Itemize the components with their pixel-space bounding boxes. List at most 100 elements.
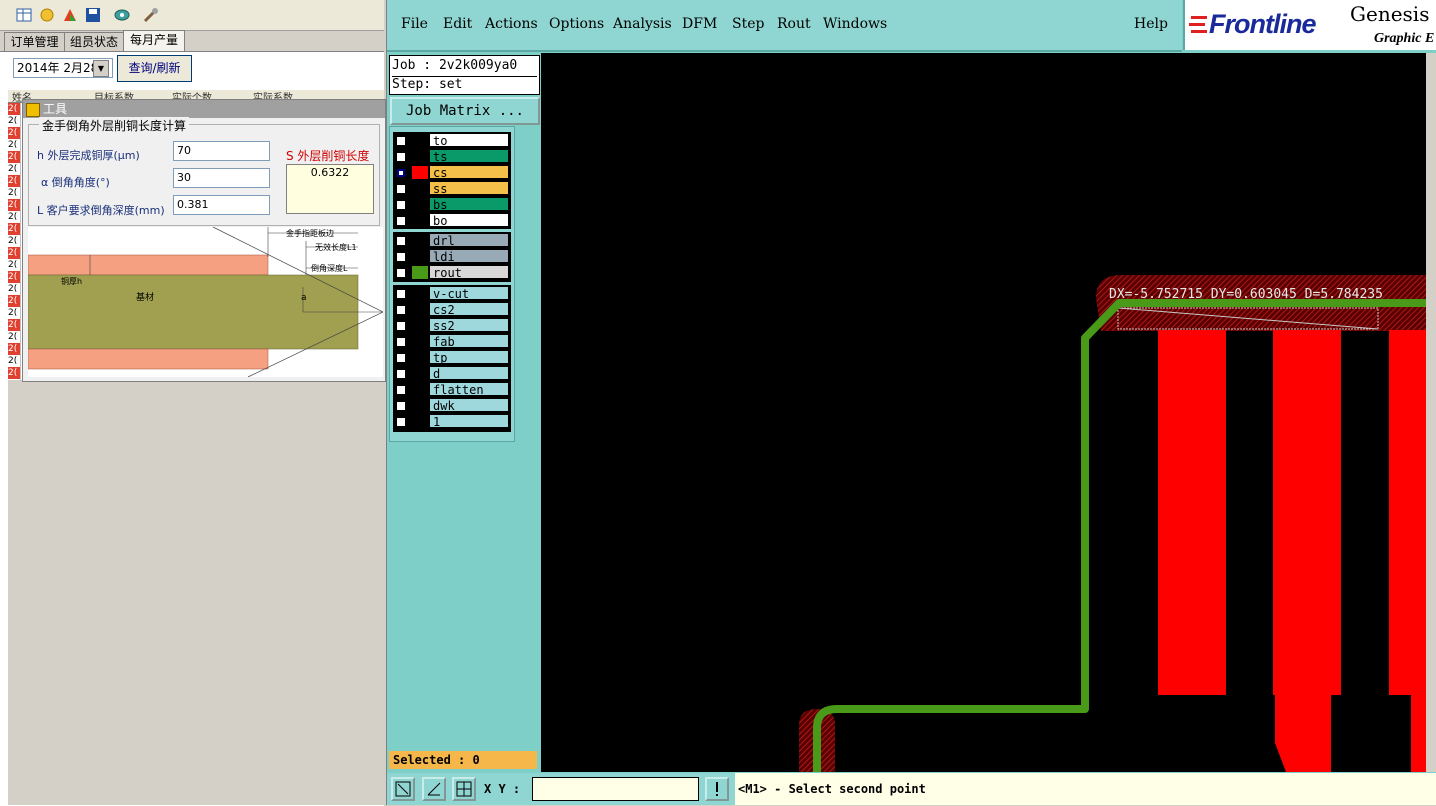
measure-tool-icon[interactable] [422,777,446,801]
save-icon[interactable] [84,6,102,24]
graphics-canvas[interactable]: DX=-5.752715 DY=0.603045 D=5.784235 [541,53,1426,772]
layer-checkbox[interactable] [396,289,406,299]
zoom-box-icon[interactable] [391,777,415,801]
menu-rout[interactable]: Rout [777,16,811,32]
grid-row-cell[interactable]: 2( [8,187,20,199]
grid-row-cell[interactable]: 2( [8,103,20,115]
layer-name[interactable]: fab [429,334,509,349]
layer-checkbox[interactable] [396,152,406,162]
layer-color-swatch[interactable] [412,319,428,332]
layer-checkbox[interactable] [396,136,406,146]
menu-options[interactable]: Options [549,16,604,32]
grid-row-cell[interactable]: 2( [8,115,20,127]
layer-checkbox[interactable] [396,401,406,411]
layer-checkbox[interactable] [396,216,406,226]
tab-monthly-output[interactable]: 每月产量 [123,30,185,52]
xy-coordinate-input[interactable] [532,777,699,801]
gold-finger-pad[interactable] [1158,330,1226,695]
gold-finger-pad[interactable] [1411,693,1426,772]
layer-color-swatch[interactable] [412,367,428,380]
layer-row-ss[interactable]: ss [393,181,511,196]
star-icon[interactable] [38,6,56,24]
grid-snap-icon[interactable] [452,777,476,801]
layer-color-swatch[interactable] [412,399,428,412]
tab-order-management[interactable]: 订单管理 [4,32,65,51]
layer-color-swatch[interactable] [412,303,428,316]
layer-name[interactable]: v-cut [429,286,509,301]
layer-row-cs[interactable]: cs [393,165,511,180]
grid-row-cell[interactable]: 2( [8,355,20,367]
copper-thickness-input[interactable]: 70 [173,141,270,161]
layer-name[interactable]: cs2 [429,302,509,317]
alert-icon[interactable] [705,777,729,801]
layer-row-bs[interactable]: bs [393,197,511,212]
layer-row-cs2[interactable]: cs2 [393,302,511,317]
grid-row-cell[interactable]: 2( [8,127,20,139]
layer-name[interactable]: cs [429,165,509,180]
layer-row-tp[interactable]: tp [393,350,511,365]
layer-row-to[interactable]: to [393,133,511,148]
gold-finger-pad[interactable] [1389,330,1426,695]
grid-row-cell[interactable]: 2( [8,367,20,379]
layer-row-1[interactable]: 1 [393,414,511,429]
layer-row-dwk[interactable]: dwk [393,398,511,413]
grid-row-cell[interactable]: 2( [8,271,20,283]
dropdown-arrow-icon[interactable]: ▼ [93,60,109,77]
grid-row-cell[interactable]: 2( [8,331,20,343]
table-icon[interactable] [15,6,33,24]
layer-checkbox[interactable] [396,184,406,194]
globe-icon[interactable] [113,6,131,24]
layer-color-swatch[interactable] [412,335,428,348]
layer-name[interactable]: d [429,366,509,381]
layer-row-ldi[interactable]: ldi [393,249,511,264]
bevel-angle-input[interactable]: 30 [173,168,270,188]
layer-row-flatten[interactable]: flatten [393,382,511,397]
grid-row-cell[interactable]: 2( [8,247,20,259]
menu-step[interactable]: Step [732,16,764,32]
grid-row-cell[interactable]: 2( [8,235,20,247]
layer-name[interactable]: ldi [429,249,509,264]
tab-member-status[interactable]: 组员状态 [64,32,124,51]
layer-checkbox[interactable] [396,252,406,262]
layer-name[interactable]: 1 [429,414,509,429]
layer-checkbox[interactable] [396,385,406,395]
menu-file[interactable]: File [401,16,428,32]
layer-checkbox[interactable] [396,200,406,210]
menu-dfm[interactable]: DFM [682,16,717,32]
layer-name[interactable]: flatten [429,382,509,397]
layer-checkbox[interactable] [396,305,406,315]
grid-row-cell[interactable]: 2( [8,343,20,355]
menu-analysis[interactable]: Analysis [613,16,672,32]
layer-checkbox[interactable] [396,321,406,331]
grid-row-cell[interactable]: 2( [8,175,20,187]
menu-windows[interactable]: Windows [823,16,887,32]
tools-icon[interactable] [142,6,160,24]
grid-row-cell[interactable]: 2( [8,163,20,175]
menu-help[interactable]: Help [1134,16,1168,32]
layer-name[interactable]: drl [429,233,509,248]
layer-name[interactable]: bo [429,213,509,228]
layer-row-rout[interactable]: rout [393,265,511,280]
canvas-scrollbar[interactable] [1426,53,1436,772]
layer-name[interactable]: ts [429,149,509,164]
layer-color-swatch[interactable] [412,150,428,163]
gold-finger-pad[interactable] [1273,330,1341,695]
grid-row-cell[interactable]: 2( [8,199,20,211]
grid-row-cell[interactable]: 2( [8,307,20,319]
layer-color-swatch[interactable] [412,182,428,195]
layer-name[interactable]: dwk [429,398,509,413]
layer-color-swatch[interactable] [412,351,428,364]
layer-name[interactable]: bs [429,197,509,212]
layer-row-ts[interactable]: ts [393,149,511,164]
layer-row-v-cut[interactable]: v-cut [393,286,511,301]
layer-checkbox[interactable] [396,353,406,363]
layer-row-fab[interactable]: fab [393,334,511,349]
layer-name[interactable]: to [429,133,509,148]
layer-color-swatch[interactable] [412,198,428,211]
layer-name[interactable]: rout [429,265,509,280]
chart-icon[interactable] [61,6,79,24]
layer-row-ss2[interactable]: ss2 [393,318,511,333]
layer-color-swatch[interactable] [412,266,428,279]
job-matrix-button[interactable]: Job Matrix ... [390,97,540,125]
layer-checkbox[interactable] [396,417,406,427]
